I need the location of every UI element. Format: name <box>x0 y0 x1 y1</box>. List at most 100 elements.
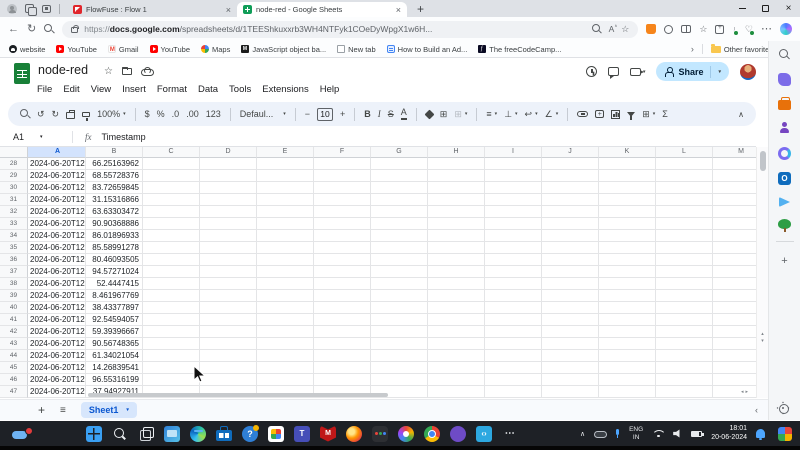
merge-cells-icon[interactable]: ⊞▾ <box>454 110 467 119</box>
cell-empty[interactable] <box>713 206 756 218</box>
meet-button[interactable]: ▾ <box>630 68 646 76</box>
close-tab-icon[interactable]: × <box>226 5 231 15</box>
menu-view[interactable]: View <box>91 84 111 95</box>
cell-empty[interactable] <box>485 278 542 290</box>
sidebar-discover-icon[interactable] <box>778 73 791 86</box>
column-header-a[interactable]: A <box>28 147 86 158</box>
sidebar-add-icon[interactable]: + <box>778 254 791 267</box>
address-bar[interactable]: https://docs.google.com/spreadsheets/d/1… <box>62 21 638 38</box>
insert-chart-icon[interactable] <box>611 110 620 119</box>
cell-timestamp[interactable]: 2024-06-20T12:2 <box>28 362 86 374</box>
clock[interactable]: 18:0120-06-2024 <box>711 425 747 442</box>
increase-font-size-icon[interactable]: + <box>340 110 345 119</box>
microphone-icon[interactable] <box>615 429 620 438</box>
text-rotation-icon[interactable]: ∠▾ <box>545 110 559 119</box>
more-formats-icon[interactable]: 123 <box>206 110 221 119</box>
cell-empty[interactable] <box>656 242 713 254</box>
functions-icon[interactable]: Σ <box>662 110 668 119</box>
cell-timestamp[interactable]: 2024-06-20T12:2 <box>28 182 86 194</box>
cell-empty[interactable] <box>599 386 656 398</box>
cell-empty[interactable] <box>143 194 200 206</box>
row-header[interactable]: 30 <box>0 182 28 194</box>
cell-empty[interactable] <box>314 182 371 194</box>
cell-empty[interactable] <box>257 374 314 386</box>
cell-empty[interactable] <box>257 218 314 230</box>
cell-value[interactable]: 52.4447415 <box>86 278 143 290</box>
workspaces-icon[interactable] <box>25 4 34 13</box>
cell-empty[interactable] <box>257 278 314 290</box>
sidebar-contacts-icon[interactable] <box>778 122 791 135</box>
cell-empty[interactable] <box>200 350 257 362</box>
share-dropdown-icon[interactable]: ▾ <box>718 69 721 75</box>
cell-empty[interactable] <box>257 194 314 206</box>
cell-timestamp[interactable]: 2024-06-20T12:2 <box>28 242 86 254</box>
row-header[interactable]: 43 <box>0 338 28 350</box>
cell-empty[interactable] <box>257 158 314 170</box>
cell-empty[interactable] <box>143 326 200 338</box>
cell-empty[interactable] <box>542 218 599 230</box>
cell-value[interactable]: 86.01896933 <box>86 230 143 242</box>
cell-empty[interactable] <box>656 218 713 230</box>
menu-format[interactable]: Format <box>157 84 187 95</box>
column-header-l[interactable]: L <box>656 147 713 158</box>
cell-empty[interactable] <box>656 302 713 314</box>
hide-toolbar-icon[interactable]: ∧ <box>738 110 744 119</box>
filter-icon[interactable] <box>627 112 635 117</box>
cell-empty[interactable] <box>656 290 713 302</box>
help-app-icon[interactable]: ? <box>242 426 258 442</box>
hidden-icons-chevron[interactable]: ∧ <box>580 430 585 438</box>
start-button[interactable] <box>86 426 102 442</box>
row-header[interactable]: 39 <box>0 290 28 302</box>
cell-empty[interactable] <box>656 278 713 290</box>
cell-empty[interactable] <box>542 278 599 290</box>
cell-empty[interactable] <box>485 194 542 206</box>
cell-empty[interactable] <box>200 302 257 314</box>
sidebar-send-icon[interactable] <box>779 197 790 207</box>
cell-empty[interactable] <box>371 374 428 386</box>
url-text[interactable]: https://docs.google.com/spreadsheets/d/1… <box>84 24 585 34</box>
cell-empty[interactable] <box>143 170 200 182</box>
cell-empty[interactable] <box>428 350 485 362</box>
split-screen-icon[interactable] <box>681 25 691 33</box>
cell-empty[interactable] <box>143 182 200 194</box>
cell-empty[interactable] <box>371 242 428 254</box>
cell-empty[interactable] <box>428 386 485 398</box>
row-header[interactable]: 47 <box>0 386 28 398</box>
cell-empty[interactable] <box>314 314 371 326</box>
cell-empty[interactable] <box>599 230 656 242</box>
cell-empty[interactable] <box>599 242 656 254</box>
cell-empty[interactable] <box>371 302 428 314</box>
cell-empty[interactable] <box>599 266 656 278</box>
cell-empty[interactable] <box>257 338 314 350</box>
row-header[interactable]: 38 <box>0 278 28 290</box>
row-header[interactable]: 46 <box>0 374 28 386</box>
cell-empty[interactable] <box>599 158 656 170</box>
cell-empty[interactable] <box>371 266 428 278</box>
cell-empty[interactable] <box>485 314 542 326</box>
browser-profile-icon[interactable] <box>7 4 17 14</box>
cell-empty[interactable] <box>656 158 713 170</box>
cell-empty[interactable] <box>656 266 713 278</box>
mcafee-icon[interactable]: M <box>320 426 336 442</box>
menu-extensions[interactable]: Extensions <box>262 84 308 95</box>
cell-timestamp[interactable]: 2024-06-20T12:2 <box>28 338 86 350</box>
cell-empty[interactable] <box>542 182 599 194</box>
sidebar-tree-icon[interactable] <box>778 219 791 229</box>
row-header[interactable]: 40 <box>0 302 28 314</box>
row-header[interactable]: 44 <box>0 350 28 362</box>
cell-empty[interactable] <box>599 350 656 362</box>
row-header[interactable]: 32 <box>0 206 28 218</box>
cell-empty[interactable] <box>713 350 756 362</box>
cell-empty[interactable] <box>656 362 713 374</box>
italic-icon[interactable]: I <box>378 110 381 119</box>
cell-empty[interactable] <box>257 182 314 194</box>
firefox-icon[interactable] <box>346 426 362 442</box>
volume-icon[interactable] <box>673 429 682 438</box>
cell-empty[interactable] <box>428 170 485 182</box>
cell-empty[interactable] <box>428 278 485 290</box>
cell-empty[interactable] <box>371 182 428 194</box>
cell-empty[interactable] <box>713 170 756 182</box>
cell-empty[interactable] <box>485 170 542 182</box>
cell-timestamp[interactable]: 2024-06-20T12:2 <box>28 350 86 362</box>
cell-empty[interactable] <box>257 350 314 362</box>
